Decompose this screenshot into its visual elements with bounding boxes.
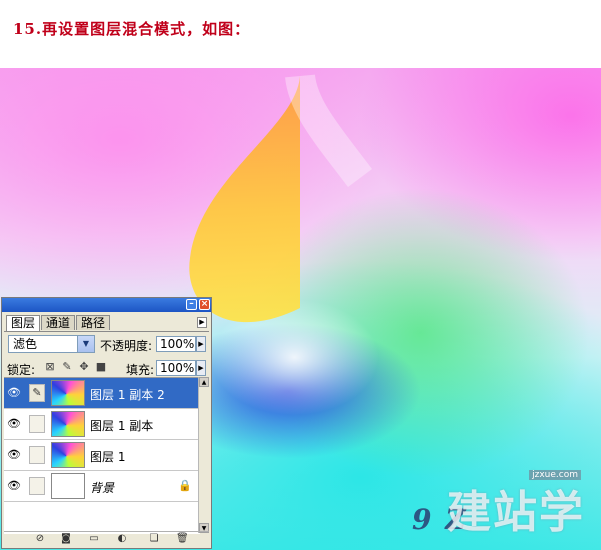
panel-titlebar[interactable]: – × [2,298,211,312]
layer-thumbnail [51,380,85,406]
layers-scrollbar[interactable]: ▲ ▼ [198,377,209,533]
lock-transparency-icon[interactable]: ⊠ [44,361,56,373]
link-slot[interactable] [29,415,45,433]
fill-field[interactable]: 100% [156,360,196,376]
eye-icon[interactable]: 👁 [7,479,21,493]
new-group-folder-icon[interactable]: ▭ [88,533,100,544]
scroll-up-icon[interactable]: ▲ [199,377,209,387]
panel-menu-arrow-icon[interactable]: ▶ [197,317,207,328]
layer-name: 图层 1 副本 [90,419,154,433]
new-layer-icon[interactable]: ❏ [148,533,160,544]
brush-icon[interactable]: ✎ [29,384,45,402]
lock-position-move-icon[interactable]: ✥ [78,361,90,373]
layer-thumbnail [51,473,85,499]
link-slot[interactable] [29,446,45,464]
tutorial-step-caption: 15.再设置图层混合模式，如图： [13,20,251,38]
lock-all-icon[interactable]: ■ [95,361,107,373]
layer-row[interactable]: 👁 ✎ 图层 1 副本 2 [4,378,200,409]
tab-channels[interactable]: 通道 [41,315,76,330]
layers-list: 👁 ✎ 图层 1 副本 2 👁 图层 1 副本 👁 图层 1 👁 背景 🔒 [4,377,200,534]
trash-icon[interactable]: 🗑 [176,533,189,544]
layer-row[interactable]: 👁 背景 🔒 [4,471,200,502]
layer-thumbnail [51,411,85,437]
layer-thumbnail [51,442,85,468]
eye-icon[interactable]: 👁 [7,448,21,462]
layer-row[interactable]: 👁 图层 1 副本 [4,409,200,440]
lock-image-brush-icon[interactable]: ✎ [61,361,73,373]
layer-name: 图层 1 副本 2 [90,388,165,402]
link-slot[interactable] [29,477,45,495]
panel-tabs: 图层 通道 路径 [6,315,111,331]
layer-style-icon[interactable]: ⊘ [34,533,46,544]
opacity-label: 不透明度: [100,339,153,353]
opacity-field[interactable]: 100% [156,336,196,352]
fill-label: 填充: [126,363,155,377]
layer-name: 背景 [90,481,115,495]
layer-row[interactable]: 👁 图层 1 [4,440,200,471]
lock-icon: 🔒 [178,479,192,492]
fill-slider-arrow-icon[interactable]: ▶ [196,360,206,376]
minimize-icon[interactable]: – [186,299,197,310]
opacity-slider-arrow-icon[interactable]: ▶ [196,336,206,352]
site-watermark: 建站学 jzxue.com [447,470,585,538]
close-icon[interactable]: × [199,299,210,310]
layer-name: 图层 1 [90,450,126,464]
adjustment-layer-icon[interactable]: ◐ [116,533,128,544]
eye-icon[interactable]: 👁 [7,417,21,431]
tab-divider [4,331,209,332]
panel-bottom-toolbar: ⊘ ◙ ▭ ◐ ❏ 🗑 [4,531,209,546]
eye-icon[interactable]: 👁 [7,386,21,400]
blend-mode-select[interactable]: 滤色 ▼ [8,335,95,353]
tab-layers[interactable]: 图层 [6,315,41,331]
blend-mode-value: 滤色 [13,337,38,351]
tab-paths[interactable]: 路径 [76,315,111,330]
lock-label: 锁定: [7,363,36,377]
layers-panel: – × 图层 通道 路径 ▶ 滤色 ▼ 不透明度: 100% ▶ 锁定: ⊠ ✎… [1,297,212,549]
chevron-down-icon[interactable]: ▼ [77,336,94,352]
add-mask-icon[interactable]: ◙ [60,533,72,544]
